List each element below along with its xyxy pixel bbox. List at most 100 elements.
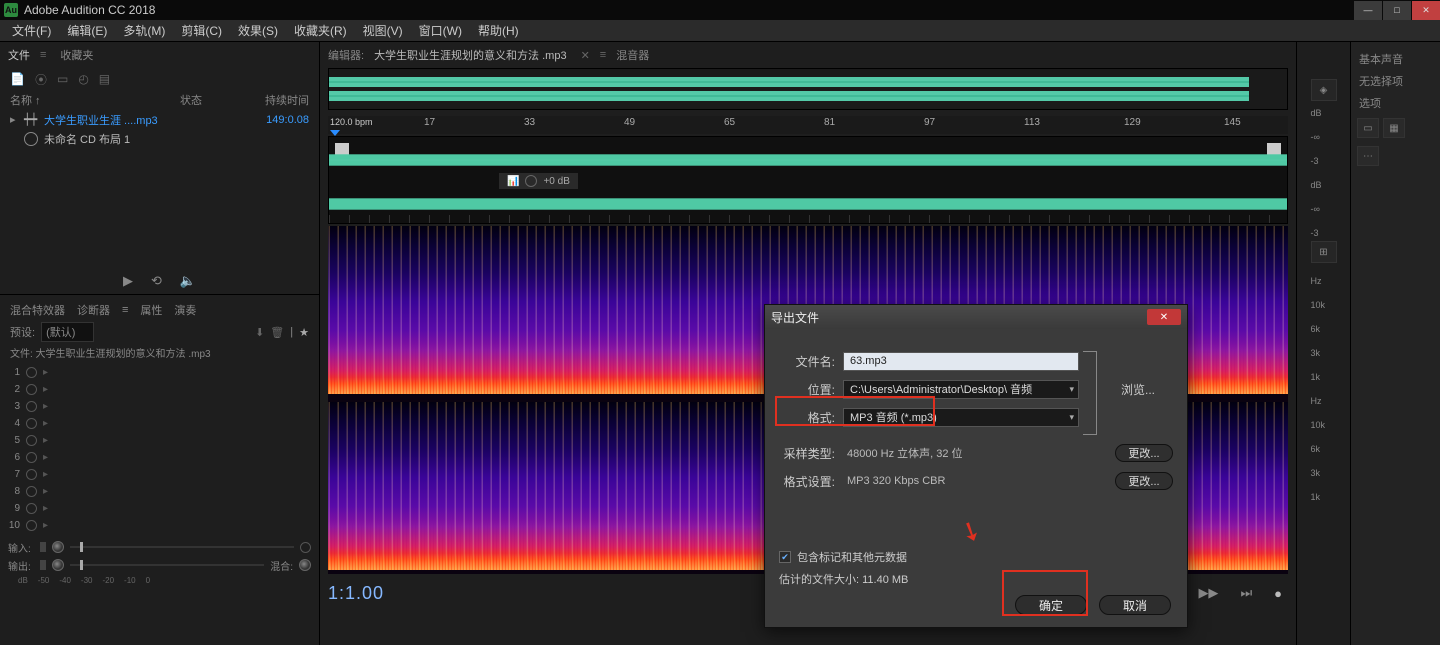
rack-slot[interactable]: 4▸ [6,415,313,432]
ok-button[interactable]: 确定 [1015,595,1087,615]
output-slider[interactable] [70,564,264,566]
tool-button[interactable]: ⋯ [1357,146,1379,166]
rack-slot[interactable]: 8▸ [6,483,313,500]
rack-slot[interactable]: 2▸ [6,381,313,398]
panel-header[interactable]: 基本声音 [1351,48,1440,70]
time-display[interactable]: 1:1.00 [328,583,384,604]
save-preset-icon[interactable]: ⬇ [255,326,264,339]
power-icon[interactable] [26,486,37,497]
col-name[interactable]: 名称 ↑ [10,92,180,108]
tool-button[interactable]: ▦ [1383,118,1405,138]
menu-effects[interactable]: 效果(S) [232,20,284,41]
menu-clip[interactable]: 剪辑(C) [175,20,228,41]
menu-favorites[interactable]: 收藏夹(R) [288,20,353,41]
mix-knob[interactable] [299,559,311,571]
panel-menu-icon[interactable]: ≡ [40,49,46,61]
panel-menu-icon[interactable]: ≡ [122,304,128,316]
file-row[interactable]: 未命名 CD 布局 1 [0,129,319,148]
power-icon[interactable] [26,367,37,378]
menu-file[interactable]: 文件(F) [6,20,57,41]
rack-slot[interactable]: 9▸ [6,500,313,517]
slot-arrow-icon[interactable]: ▸ [43,520,48,531]
slot-arrow-icon[interactable]: ▸ [43,469,48,480]
rack-slot[interactable]: 7▸ [6,466,313,483]
expand-arrow-icon[interactable]: ▸ [10,113,24,126]
slot-arrow-icon[interactable]: ▸ [43,503,48,514]
tab-effects-rack[interactable]: 混合特效器 [10,302,65,318]
open-file-icon[interactable]: 📄 [10,72,25,86]
menu-window[interactable]: 窗口(W) [413,20,468,41]
file-row[interactable]: ▸ ┿┿ 大学生职业生涯 ....mp3 149:0.08 [0,110,319,129]
record-button[interactable]: ● [1268,584,1288,603]
rack-slot[interactable]: 3▸ [6,398,313,415]
tool-button[interactable]: ▭ [1357,118,1379,138]
waveform-display[interactable]: 📊 +0 dB [328,136,1288,224]
power-icon[interactable] [26,418,37,429]
tab-favorites[interactable]: 收藏夹 [60,47,93,63]
editor-file-tab[interactable]: 大学生职业生涯规划的意义和方法 .mp3 [374,47,567,63]
include-metadata-checkbox[interactable]: ✔ [779,551,791,563]
slot-arrow-icon[interactable]: ▸ [43,452,48,463]
window-minimize-button[interactable]: — [1354,1,1382,20]
power-icon[interactable] [26,384,37,395]
panel-menu-icon[interactable]: ≡ [600,49,606,61]
cd-layout-icon[interactable]: ◴ [78,72,88,86]
favorite-icon[interactable]: ★ [299,326,309,339]
dialog-titlebar[interactable]: 导出文件 ✕ [765,305,1187,329]
record-icon[interactable]: ⦿ [35,71,47,88]
window-maximize-button[interactable]: □ [1383,1,1411,20]
rack-slot[interactable]: 5▸ [6,432,313,449]
cancel-button[interactable]: 取消 [1099,595,1171,615]
change-format-button[interactable]: 更改... [1115,472,1173,490]
change-sample-button[interactable]: 更改... [1115,444,1173,462]
view-mode-button[interactable]: ◈ [1311,79,1337,101]
loop-icon[interactable]: ⟲ [151,273,162,289]
close-tab-icon[interactable]: ✕ [581,49,590,62]
rack-slot[interactable]: 1▸ [6,364,313,381]
menu-edit[interactable]: 编辑(E) [61,20,113,41]
channel-toggle-button[interactable]: ⊞ [1311,241,1337,263]
output-knob[interactable] [52,559,64,571]
power-icon[interactable] [26,469,37,480]
slot-arrow-icon[interactable]: ▸ [43,418,48,429]
tab-properties[interactable]: 属性 [140,302,162,318]
input-knob[interactable] [52,541,64,553]
rack-slot[interactable]: 6▸ [6,449,313,466]
filter-icon[interactable]: ▤ [99,72,110,86]
window-close-button[interactable]: ✕ [1412,1,1440,20]
power-icon[interactable] [26,503,37,514]
col-duration[interactable]: 持续时间 [249,92,309,108]
slot-arrow-icon[interactable]: ▸ [43,401,48,412]
rack-slot[interactable]: 10▸ [6,517,313,534]
tab-files[interactable]: 文件 [8,47,30,63]
location-dropdown[interactable]: C:\Users\Administrator\Desktop\ 音频▾ [843,380,1079,399]
slot-arrow-icon[interactable]: ▸ [43,367,48,378]
skip-forward-button[interactable]: ⏭ [1234,583,1258,603]
power-icon[interactable] [26,452,37,463]
tab-more[interactable]: 演奏 [174,302,196,318]
power-icon[interactable] [300,542,311,553]
multitrack-icon[interactable]: ▭ [57,72,68,86]
slot-arrow-icon[interactable]: ▸ [43,486,48,497]
power-icon[interactable] [26,401,37,412]
forward-button[interactable]: ▶▶ [1192,583,1224,603]
slot-arrow-icon[interactable]: ▸ [43,384,48,395]
overview-waveform[interactable] [328,68,1288,110]
menu-view[interactable]: 视图(V) [357,20,409,41]
input-slider[interactable] [70,546,294,548]
menu-multitrack[interactable]: 多轨(M) [117,20,171,41]
power-icon[interactable] [26,520,37,531]
play-icon[interactable]: ▶ [123,273,133,289]
col-status[interactable]: 状态 [180,92,249,108]
preset-dropdown[interactable]: (默认) [41,322,94,342]
dialog-close-button[interactable]: ✕ [1147,309,1181,325]
mixer-tab[interactable]: 混音器 [616,47,649,63]
format-dropdown[interactable]: MP3 音频 (*.mp3)▾ [843,408,1079,427]
filename-input[interactable]: 63.mp3 [843,352,1079,371]
tab-diagnostics[interactable]: 诊断器 [77,302,110,318]
volume-icon[interactable]: 🔈 [180,273,196,289]
delete-preset-icon[interactable]: 🗑 [270,326,284,339]
power-icon[interactable] [26,435,37,446]
timeline-ruler[interactable]: 120.0 bpm 17 33 49 65 81 97 113 129 145 [328,116,1288,134]
menu-help[interactable]: 帮助(H) [472,20,525,41]
